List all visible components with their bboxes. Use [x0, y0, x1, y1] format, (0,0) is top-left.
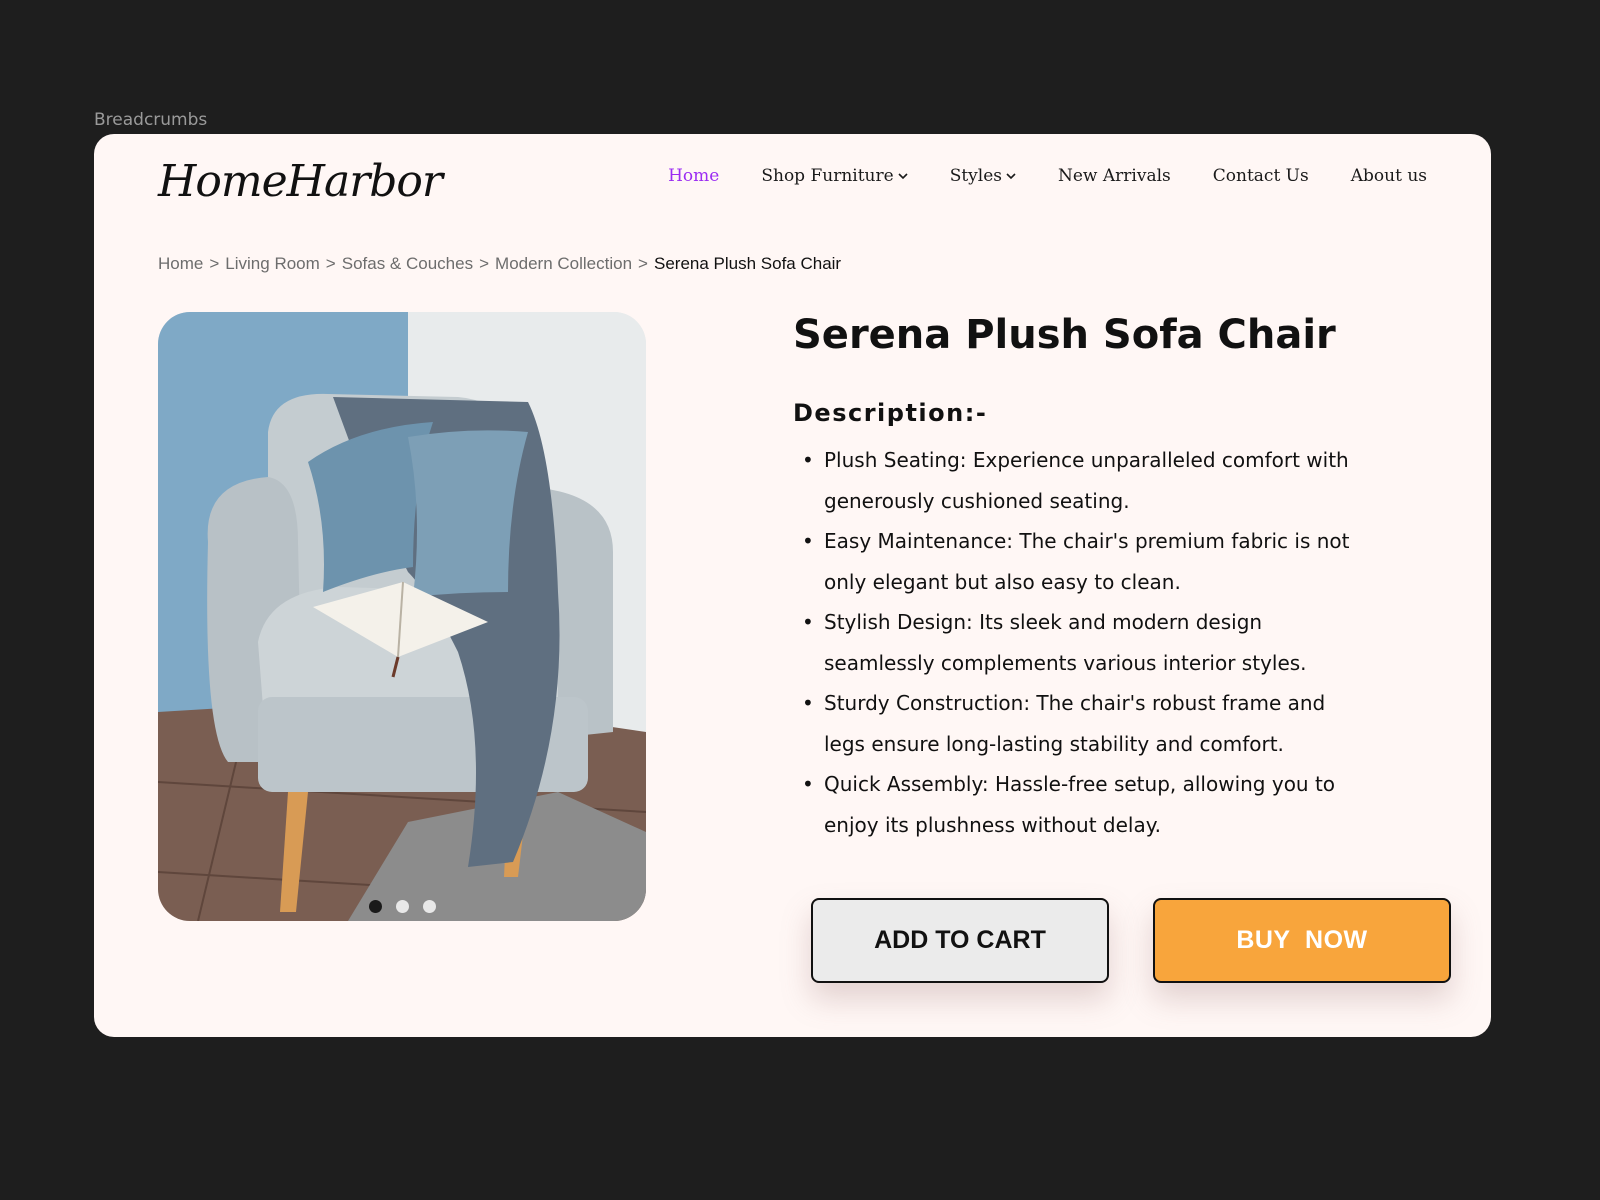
- description-item: Sturdy Construction: The chair's robust …: [802, 683, 1362, 764]
- product-image[interactable]: [158, 312, 646, 921]
- product-page-card: HomeHarbor Home Shop Furniture Styles Ne…: [94, 134, 1491, 1037]
- chevron-down-icon: [898, 173, 908, 180]
- breadcrumb-living-room[interactable]: Living Room: [225, 254, 320, 274]
- breadcrumb-sofas-couches[interactable]: Sofas & Couches: [342, 254, 473, 274]
- nav-item-shop-furniture[interactable]: Shop Furniture: [761, 166, 908, 186]
- carousel-dots: [158, 900, 646, 913]
- description-item: Quick Assembly: Hassle-free setup, allow…: [802, 764, 1362, 845]
- chevron-down-icon: [1006, 173, 1016, 180]
- breadcrumb-separator: >: [209, 254, 220, 273]
- nav-item-label: Shop Furniture: [761, 166, 894, 186]
- description-item: Plush Seating: Experience unparalleled c…: [802, 440, 1362, 521]
- nav-item-home[interactable]: Home: [668, 166, 719, 186]
- nav-item-label: Styles: [949, 166, 1002, 186]
- nav-item-label: Contact Us: [1212, 166, 1309, 186]
- nav-item-about-us[interactable]: About us: [1351, 166, 1427, 186]
- breadcrumb-separator: >: [479, 254, 490, 273]
- frame-label: Breadcrumbs: [94, 110, 208, 130]
- carousel-dot[interactable]: [368, 900, 382, 913]
- breadcrumb-modern-collection[interactable]: Modern Collection: [495, 254, 632, 274]
- nav-item-label: Home: [668, 166, 720, 186]
- breadcrumb-separator: >: [325, 254, 336, 273]
- breadcrumb-home[interactable]: Home: [158, 254, 203, 274]
- breadcrumb-separator: >: [638, 254, 648, 273]
- add-to-cart-button[interactable]: ADD TO CART: [811, 898, 1109, 983]
- nav-item-new-arrivals[interactable]: New Arrivals: [1058, 166, 1171, 186]
- description-item: Easy Maintenance: The chair's premium fa…: [802, 521, 1362, 602]
- product-title: Serena Plush Sofa Chair: [793, 312, 1336, 358]
- nav-item-label: About us: [1350, 166, 1427, 186]
- breadcrumb: Home > Living Room > Sofas & Couches > M…: [158, 254, 841, 274]
- breadcrumb-current-page: Serena Plush Sofa Chair: [653, 254, 842, 273]
- carousel-dot[interactable]: [422, 900, 436, 913]
- description-list: Plush Seating: Experience unparalleled c…: [802, 440, 1362, 845]
- logo[interactable]: HomeHarbor: [158, 156, 443, 207]
- nav-item-styles[interactable]: Styles: [950, 166, 1016, 186]
- nav-item-contact-us[interactable]: Contact Us: [1213, 166, 1309, 186]
- main-nav: Home Shop Furniture Styles New Arrivals …: [668, 166, 1427, 186]
- buy-now-button[interactable]: BUY NOW: [1153, 898, 1451, 983]
- buy-now-label: BUY NOW: [1236, 926, 1368, 954]
- carousel-dot[interactable]: [395, 900, 409, 913]
- nav-item-label: New Arrivals: [1058, 166, 1171, 186]
- armchair-photo: [158, 312, 646, 921]
- description-heading: Description:-: [793, 399, 988, 427]
- description-item: Stylish Design: Its sleek and modern des…: [802, 602, 1362, 683]
